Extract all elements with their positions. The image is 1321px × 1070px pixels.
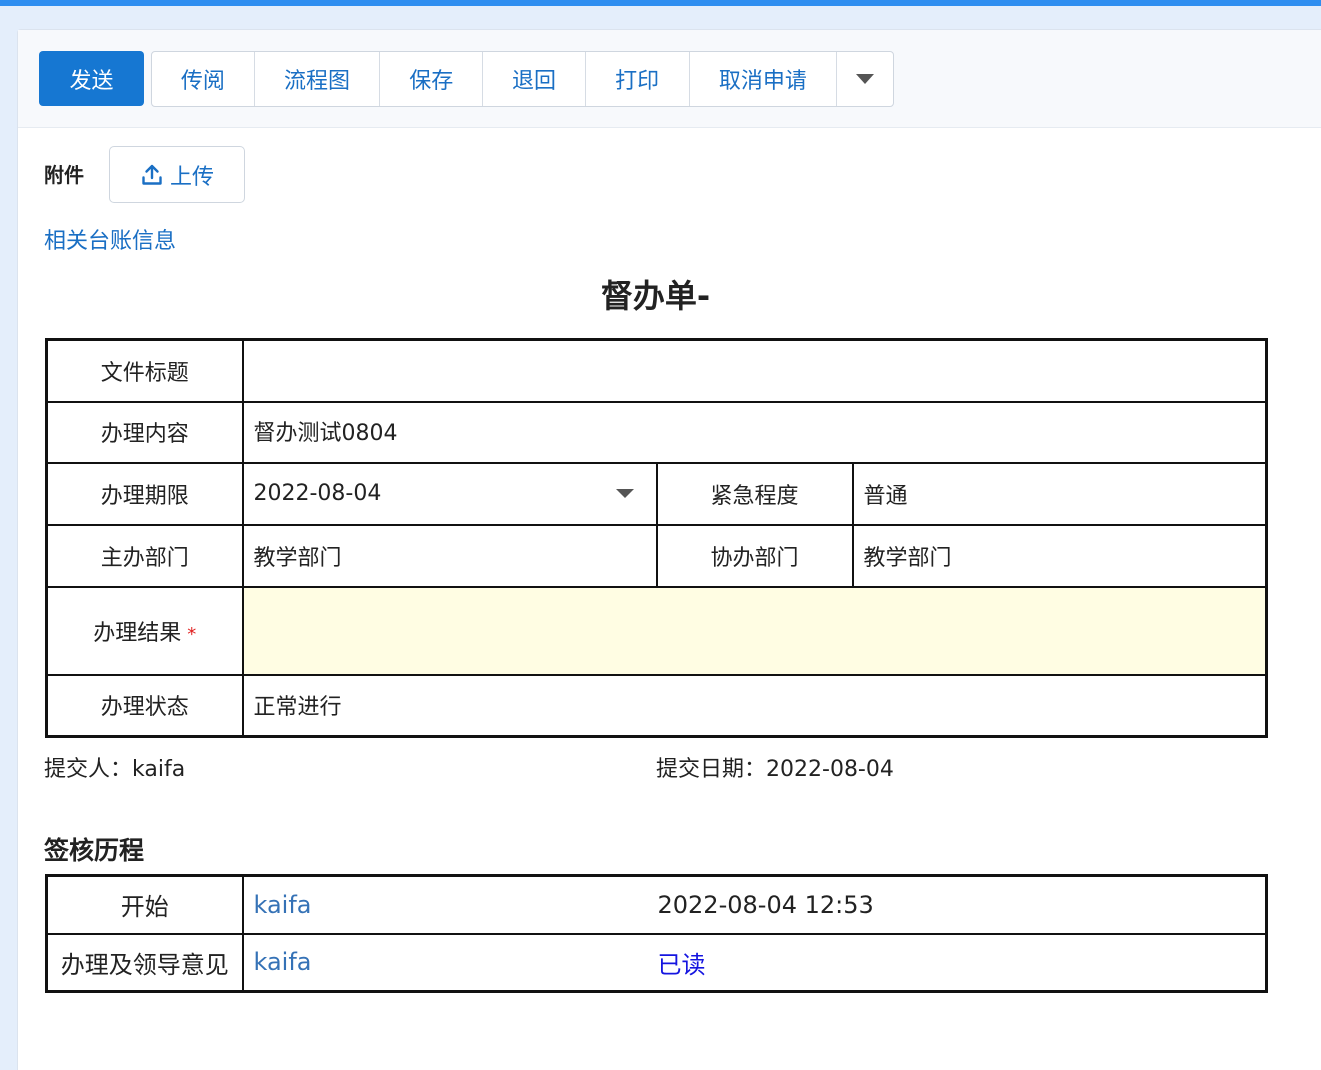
assist-dept-label: 协办部门: [655, 523, 854, 588]
content-label: 办理内容: [45, 400, 244, 464]
table-row: 办理及领导意见 kaifa 已读: [45, 932, 1268, 993]
required-mark: *: [187, 623, 197, 645]
table-row: 办理结果 *: [45, 585, 1268, 676]
history-step: 开始: [45, 874, 244, 935]
status-field[interactable]: 正常进行: [241, 673, 1268, 738]
print-button[interactable]: 打印: [586, 52, 690, 106]
history-step: 办理及领导意见: [45, 932, 244, 993]
submit-date-label: 提交日期：: [656, 757, 767, 782]
deadline-value: 2022-08-04: [253, 481, 382, 506]
table-row: 办理状态 正常进行: [45, 673, 1268, 738]
history-timestamp: 2022-08-04 12:53: [652, 874, 1268, 935]
assist-dept-field[interactable]: 教学部门: [851, 523, 1268, 588]
form-panel: 发送 传阅 流程图 保存 退回 打印 取消申请 附件 上传 相关台账信息 督办单…: [17, 29, 1321, 1070]
history-user: kaifa: [241, 932, 653, 993]
submitter-name: kaifa: [132, 757, 186, 782]
related-ledger-link[interactable]: 相关台账信息: [44, 223, 176, 255]
doc-title-label: 文件标题: [45, 338, 244, 403]
doc-title-field[interactable]: [241, 338, 1268, 403]
result-label-cell: 办理结果 *: [45, 585, 244, 676]
history-user: kaifa: [241, 874, 653, 935]
submitter-info: 提交人：kaifa: [44, 751, 185, 783]
send-button[interactable]: 发送: [39, 51, 144, 106]
toolbar: 发送 传阅 流程图 保存 退回 打印 取消申请: [18, 30, 1321, 128]
cancel-application-button[interactable]: 取消申请: [690, 52, 838, 106]
save-button[interactable]: 保存: [380, 52, 484, 106]
table-row: 办理内容 督办测试0804: [45, 400, 1268, 464]
status-label: 办理状态: [45, 673, 244, 738]
approval-history-table: 开始 kaifa 2022-08-04 12:53 办理及领导意见 kaifa …: [45, 874, 1268, 993]
more-actions-dropdown[interactable]: [837, 52, 893, 106]
table-row: 主办部门 教学部门 协办部门 教学部门: [45, 523, 1268, 588]
result-field[interactable]: [241, 585, 1268, 676]
table-row: 办理期限 2022-08-04 紧急程度 普通: [45, 461, 1268, 526]
read-status-link[interactable]: 已读: [652, 932, 1268, 993]
main-dept-label: 主办部门: [45, 523, 244, 588]
urgency-label: 紧急程度: [655, 461, 854, 526]
supervision-form-table: 文件标题 办理内容 督办测试0804 办理期限 2022-08-04 紧急程度 …: [45, 338, 1268, 738]
upload-label: 上传: [169, 164, 214, 190]
top-accent-bar: [0, 0, 1321, 6]
result-label: 办理结果: [93, 620, 182, 646]
dropdown-arrow-icon: [615, 489, 634, 498]
upload-button[interactable]: 上传: [109, 146, 245, 203]
attachment-label: 附件: [44, 163, 84, 187]
circulate-button[interactable]: 传阅: [152, 52, 255, 106]
content-field[interactable]: 督办测试0804: [241, 400, 1268, 464]
form-title: 督办单-: [600, 277, 711, 315]
main-dept-field[interactable]: 教学部门: [241, 523, 658, 588]
table-row: 开始 kaifa 2022-08-04 12:53: [45, 874, 1268, 935]
submit-date-info: 提交日期：2022-08-04: [656, 751, 894, 783]
urgency-field[interactable]: 普通: [851, 461, 1268, 526]
deadline-select[interactable]: 2022-08-04: [241, 461, 658, 526]
table-row: 文件标题: [45, 338, 1268, 403]
submitter-label: 提交人：: [44, 757, 133, 782]
approval-history-title: 签核历程: [44, 836, 145, 865]
chevron-down-icon: [856, 74, 875, 84]
flowchart-button[interactable]: 流程图: [255, 52, 381, 106]
deadline-label: 办理期限: [45, 461, 244, 526]
upload-icon: [142, 164, 162, 185]
return-button[interactable]: 退回: [483, 52, 586, 106]
submit-date-value: 2022-08-04: [766, 757, 894, 782]
action-button-group: 传阅 流程图 保存 退回 打印 取消申请: [151, 51, 894, 107]
